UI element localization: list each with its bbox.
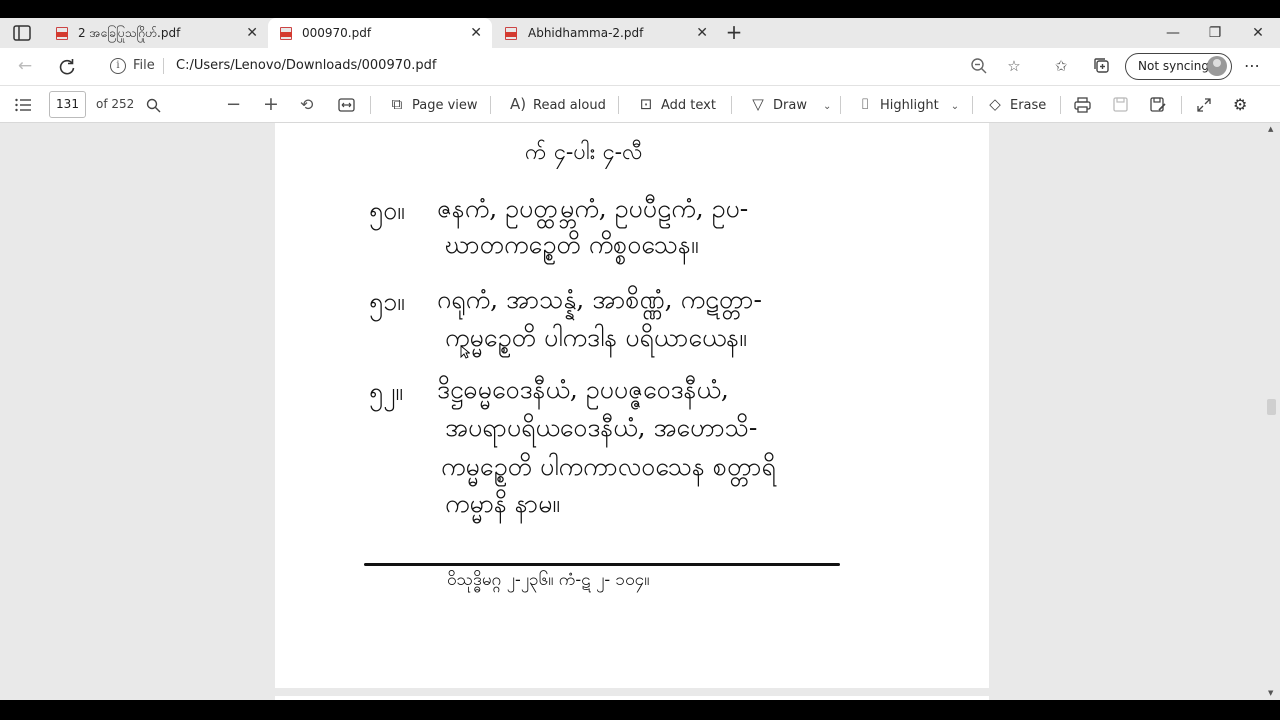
pdf-viewer[interactable]: က် ၄-ပါး ၄-လီ ၅၀။ ဇနကံ, ဥပတ္ထမ္ဘကံ, ဥပပီ… — [0, 123, 1280, 700]
toolbar-divider — [490, 96, 491, 114]
toolbar-divider — [370, 96, 371, 114]
add-text-icon: ⊡ — [639, 95, 653, 113]
minimize-button[interactable]: — — [1163, 18, 1183, 48]
footnote-rule — [364, 563, 840, 566]
entry-line: ဒိဋ္ဌဓမ္မဝေဒနီယံ, ဥပပဇ္ဇဝေဒနီယံ, — [437, 375, 729, 404]
entry-line: အပရာပရိယဝေဒနီယံ, အဟောသိ- — [445, 413, 758, 442]
pdf-file-icon — [505, 27, 517, 40]
sync-status-label: Not syncing — [1138, 59, 1209, 73]
back-icon[interactable]: ← — [14, 56, 36, 76]
highlight-button[interactable]: ⌷ Highlight ⌄ — [856, 86, 959, 123]
add-favorite-icon[interactable]: ☆ — [1004, 57, 1024, 75]
pdf-toolbar: 131 of 252 − + ⟲ ⧉ Page view A͏) Read alou… — [0, 85, 1280, 123]
window-close-button[interactable]: ✕ — [1248, 18, 1268, 48]
save-icon[interactable] — [1113, 97, 1128, 112]
tab-actions-icon[interactable] — [12, 24, 32, 42]
entry-line: ကမ္မာနိ နာမ။ — [445, 489, 560, 518]
add-text-button[interactable]: ⊡ Add text — [637, 86, 716, 123]
toolbar-divider — [840, 96, 841, 114]
highlight-label: Highlight — [880, 98, 939, 113]
rotate-icon[interactable]: ⟲ — [300, 86, 313, 123]
erase-label: Erase — [1010, 98, 1047, 113]
pdf-file-icon — [280, 27, 292, 40]
draw-icon: ▽ — [752, 95, 764, 113]
scroll-down-arrow-icon[interactable]: ▼ — [1268, 689, 1273, 697]
page-view-button[interactable]: ⧉ Page view — [388, 86, 478, 123]
read-aloud-label: Read aloud — [533, 98, 606, 113]
profile-sync-button[interactable]: Not syncing — [1125, 53, 1232, 80]
tab-2-active[interactable]: 000970.pdf ✕ — [268, 18, 492, 48]
site-info-icon[interactable]: i — [110, 58, 126, 74]
favorites-icon[interactable]: ✩ — [1051, 57, 1071, 75]
find-icon[interactable] — [146, 98, 161, 113]
file-scheme-label: File — [133, 58, 155, 73]
tab-bar: 2 အခြေပြုသဂြိုဟ်.pdf ✕ 000970.pdf ✕ Abhi… — [0, 18, 1280, 48]
scrollbar-thumb[interactable] — [1267, 399, 1276, 415]
zoom-out-search-icon[interactable] — [970, 57, 988, 75]
print-icon[interactable] — [1074, 97, 1091, 113]
zoom-in-icon[interactable]: + — [263, 86, 279, 123]
url-field[interactable]: C:/Users/Lenovo/Downloads/000970.pdf — [176, 58, 436, 73]
entry-line: ကမ္မဥ္စေတိ ပါကဒါန ပရိယာယေန။ — [445, 323, 747, 352]
read-aloud-icon: A͏) — [509, 95, 527, 113]
draw-button[interactable]: ▽ Draw ⌄ — [749, 86, 831, 123]
draw-label: Draw — [773, 98, 807, 113]
toolbar-divider — [731, 96, 732, 114]
browser-window: 2 အခြေပြုသဂြိုဟ်.pdf ✕ 000970.pdf ✕ Abhi… — [0, 18, 1280, 700]
page-view-label: Page view — [412, 98, 478, 113]
tab-close-icon[interactable]: ✕ — [470, 18, 482, 48]
toolbar-divider — [1060, 96, 1061, 114]
tab-title: Abhidhamma-2.pdf — [528, 26, 644, 40]
add-text-label: Add text — [661, 98, 716, 113]
save-as-icon[interactable] — [1150, 97, 1166, 113]
zoom-out-icon[interactable]: − — [226, 86, 241, 123]
new-tab-button[interactable]: + — [724, 20, 744, 44]
tab-title: 2 အခြေပြုသဂြိုဟ်.pdf — [78, 26, 181, 40]
refresh-icon[interactable] — [57, 57, 77, 77]
entry-line: ဃာတကဥ္စေတိ ကိစ္စဝသေန။ — [445, 230, 699, 259]
page-total-label: of 252 — [96, 97, 135, 111]
entry-number: ၅၁။ — [369, 287, 405, 316]
page-number-input[interactable]: 131 — [49, 91, 86, 118]
footnote: ဝိသုဒ္ဓိမဂ္ဂ ၂-၂၃၆။ ကံ-ဋ ၂- ၁၀၄။ — [447, 570, 650, 590]
restore-button[interactable]: ❐ — [1205, 18, 1225, 48]
fullscreen-icon[interactable] — [1197, 98, 1211, 112]
scroll-up-arrow-icon[interactable]: ▲ — [1268, 125, 1273, 133]
tab-1[interactable]: 2 အခြေပြုသဂြိုဟ်.pdf ✕ — [42, 18, 268, 48]
pdf-file-icon — [56, 27, 68, 40]
fit-to-width-icon[interactable] — [338, 98, 355, 112]
page-view-icon: ⧉ — [391, 95, 403, 113]
toolbar-divider — [972, 96, 973, 114]
pdf-page: က် ၄-ပါး ၄-လီ ၅၀။ ဇနကံ, ဥပတ္ထမ္ဘကံ, ဥပပီ… — [275, 123, 989, 688]
avatar — [1207, 56, 1227, 76]
eraser-icon: ◇ — [989, 95, 1001, 113]
tab-close-icon[interactable]: ✕ — [246, 18, 258, 48]
next-pdf-page — [275, 696, 989, 700]
entry-number: ၅၂။ — [369, 377, 403, 406]
tab-close-icon[interactable]: ✕ — [696, 18, 708, 48]
chevron-down-icon[interactable]: ⌄ — [823, 101, 831, 112]
divider — [163, 58, 164, 74]
tab-title: 000970.pdf — [302, 26, 372, 40]
more-options-icon[interactable]: ⋯ — [1244, 56, 1260, 75]
erase-button[interactable]: ◇ Erase — [986, 86, 1046, 123]
page-heading: က် ၄-ပါး ၄-လီ — [525, 140, 643, 165]
toolbar-divider — [1181, 96, 1182, 114]
table-of-contents-icon[interactable] — [15, 98, 31, 112]
settings-gear-icon[interactable]: ⚙ — [1233, 86, 1247, 123]
entry-line: ဇနကံ, ဥပတ္ထမ္ဘကံ, ဥပပီဠကံ, ဥပ- — [437, 194, 749, 223]
entry-number: ၅၀။ — [369, 196, 405, 225]
highlight-icon: ⌷ — [860, 95, 870, 113]
collections-icon[interactable] — [1093, 57, 1111, 75]
read-aloud-button[interactable]: A͏) Read aloud — [509, 86, 606, 123]
entry-line: ဂရုကံ, အာသန္နံ, အာစိဏ္ဏံ, ကဋတ္တာ- — [437, 285, 762, 314]
entry-line: ကမ္မဥ္စေတိ ပါကကာလဝသေန စတ္တာရိ — [441, 452, 776, 481]
toolbar-divider — [618, 96, 619, 114]
chevron-down-icon[interactable]: ⌄ — [951, 101, 959, 112]
address-bar: ← i File C:/Users/Lenovo/Downloads/00097… — [0, 48, 1280, 85]
mouse-cursor-icon — [460, 345, 470, 359]
tab-3[interactable]: Abhidhamma-2.pdf ✕ — [492, 18, 718, 48]
